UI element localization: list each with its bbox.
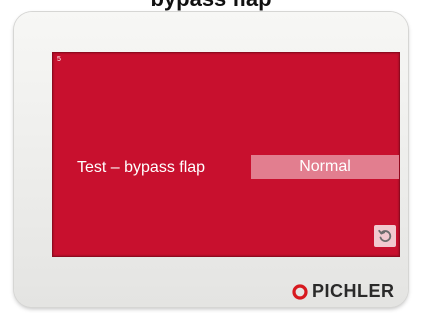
reset-button[interactable]	[374, 225, 396, 247]
display-screen: 5 Test – bypass flap Normal	[52, 52, 400, 257]
pichler-wordmark: PICHLER	[312, 281, 395, 301]
screen-corner-label: 5	[57, 56, 61, 63]
control-panel-device: 5 Test – bypass flap Normal PICHLER	[14, 12, 408, 307]
bypass-mode-selector[interactable]: Normal	[251, 155, 399, 179]
pichler-logo-icon	[292, 283, 308, 300]
top-caption: bypass flap	[0, 0, 422, 10]
reset-icon	[378, 229, 392, 242]
test-bypass-flap-label: Test – bypass flap	[77, 159, 206, 176]
pichler-logo: PICHLER	[292, 281, 395, 302]
